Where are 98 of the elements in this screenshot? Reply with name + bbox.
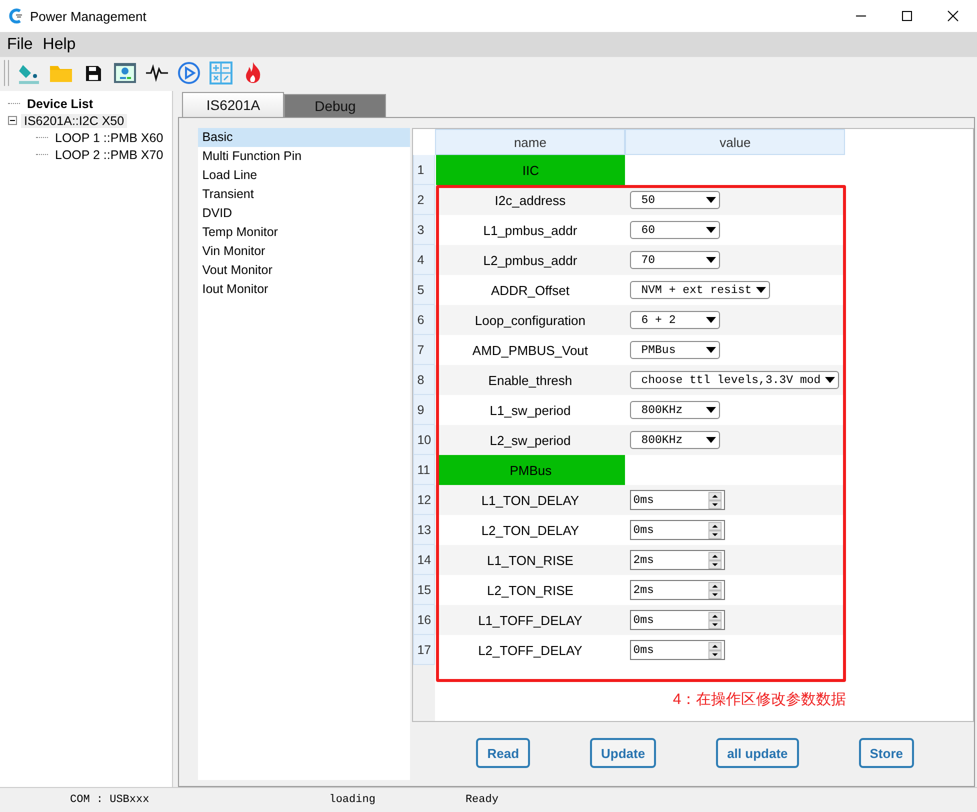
column-header: value xyxy=(625,129,846,155)
row-number: 10 xyxy=(413,425,436,455)
caret-icon xyxy=(706,407,716,413)
row-header-gutter xyxy=(413,665,436,721)
spin-box[interactable]: 0ms xyxy=(630,520,726,540)
table-cell: L2_pmbus_addr xyxy=(435,245,626,275)
action-button[interactable]: Update xyxy=(590,738,656,768)
spin-box[interactable]: 2ms xyxy=(630,580,726,600)
category-item[interactable]: Vin Monitor xyxy=(198,242,410,261)
row-number: 1 xyxy=(413,155,436,185)
section-cell: IIC xyxy=(436,155,626,185)
category-item[interactable]: Temp Monitor xyxy=(198,223,410,242)
close-icon[interactable] xyxy=(947,10,959,22)
caret-icon xyxy=(706,197,716,203)
row-number: 2 xyxy=(413,185,436,215)
caret-icon xyxy=(706,347,716,353)
section-cell: PMBus xyxy=(436,455,626,485)
column-header: name xyxy=(435,129,626,155)
dropdown[interactable]: 50 xyxy=(630,191,720,209)
caret-icon xyxy=(706,257,716,263)
dropdown[interactable]: 70 xyxy=(630,251,720,269)
row-number: 4 xyxy=(413,245,436,275)
dropdown[interactable]: PMBus xyxy=(630,341,720,359)
row-number: 13 xyxy=(413,515,436,545)
row-number: 11 xyxy=(413,455,436,485)
row-number: 16 xyxy=(413,605,436,635)
dropdown[interactable]: 800KHz xyxy=(630,401,720,419)
spin-arrows-icon[interactable] xyxy=(708,582,722,598)
caret-icon xyxy=(706,227,716,233)
row-number: 14 xyxy=(413,545,436,575)
app-logo-icon xyxy=(8,8,24,24)
status-text: COM : USBxxx xyxy=(70,794,150,806)
play-icon[interactable] xyxy=(177,61,201,85)
row-number: 7 xyxy=(413,335,436,365)
category-item[interactable]: Iout Monitor xyxy=(198,280,410,299)
tab[interactable]: Debug xyxy=(284,94,386,117)
status-text: Ready xyxy=(465,794,498,806)
table-cell: Enable_thresh xyxy=(435,365,626,395)
category-item[interactable]: DVID xyxy=(198,204,410,223)
window-title: Power Management xyxy=(30,8,146,24)
row-number: 12 xyxy=(413,485,436,515)
category-item[interactable]: Load Line xyxy=(198,166,410,185)
menu-item[interactable]: File xyxy=(7,36,33,54)
category-item[interactable]: Transient xyxy=(198,185,410,204)
spin-box[interactable]: 0ms xyxy=(630,640,726,660)
dropdown[interactable]: choose ttl levels,3.3V mod xyxy=(630,371,839,389)
table-cell: L2_sw_period xyxy=(435,425,626,455)
row-number: 9 xyxy=(413,395,436,425)
spin-box[interactable]: 0ms xyxy=(630,610,726,630)
table-cell-text: AMD_PMBUS_Vout xyxy=(471,342,590,360)
spin-arrows-icon[interactable] xyxy=(708,642,722,658)
spin-arrows-icon[interactable] xyxy=(708,522,722,538)
caret-icon xyxy=(706,317,716,323)
tree-item[interactable]: LOOP 1 ::PMB X60 xyxy=(52,130,166,144)
row-number: 8 xyxy=(413,365,436,395)
maximize-icon[interactable] xyxy=(901,10,913,22)
table-cell-text: L1_pmbus_addr xyxy=(482,222,578,240)
category-item[interactable]: Vout Monitor xyxy=(198,261,410,280)
collapse-icon[interactable] xyxy=(8,116,17,125)
table-cell-text: L2_TOFF_DELAY xyxy=(477,642,584,660)
table-cell: L1_TOFF_DELAY xyxy=(435,605,626,635)
category-item[interactable]: Multi Function Pin xyxy=(198,147,410,166)
action-button[interactable]: all update xyxy=(716,738,799,768)
status-text: loading xyxy=(329,794,376,806)
caret-icon xyxy=(756,287,766,293)
table-cell-text: ADDR_Offset xyxy=(490,282,570,300)
spin-arrows-icon[interactable] xyxy=(708,612,722,628)
dropdown[interactable]: 6 + 2 xyxy=(630,311,720,329)
table-cell-text: L2_TON_RISE xyxy=(486,582,574,600)
caret-icon xyxy=(706,437,716,443)
row-number: 6 xyxy=(413,305,436,335)
dropdown[interactable]: NVM + ext resist xyxy=(630,281,770,299)
dropdown[interactable]: 800KHz xyxy=(630,431,720,449)
tree-item[interactable]: Device List xyxy=(24,96,96,110)
tree-item[interactable]: LOOP 2 ::PMB X70 xyxy=(52,148,166,162)
row-number: 17 xyxy=(413,635,436,665)
row-number: 15 xyxy=(413,575,436,605)
category-item[interactable]: Basic xyxy=(198,128,410,147)
action-button[interactable]: Store xyxy=(858,738,914,768)
table-cell: L1_TON_RISE xyxy=(435,545,626,575)
dropdown[interactable]: 60 xyxy=(630,221,720,239)
annotation-text: 4：在操作区修改参数数据 xyxy=(672,690,846,709)
action-button[interactable]: Read xyxy=(476,738,530,768)
spin-box[interactable]: 0ms xyxy=(630,490,726,510)
table-cell-text: L1_sw_period xyxy=(488,402,572,420)
table-cell: L1_TON_DELAY xyxy=(435,485,626,515)
spin-arrows-icon[interactable] xyxy=(708,552,722,568)
table-cell-text: L2_TON_DELAY xyxy=(480,522,580,540)
row-number: 5 xyxy=(413,275,436,305)
row-number: 3 xyxy=(413,215,436,245)
table-cell: Loop_configuration xyxy=(435,305,626,335)
caret-icon xyxy=(824,377,835,383)
tree-item[interactable]: IS6201A::I2C X50 xyxy=(21,114,128,128)
spin-arrows-icon[interactable] xyxy=(708,492,722,508)
spin-box[interactable]: 2ms xyxy=(630,550,726,570)
tab[interactable]: IS6201A xyxy=(182,92,284,117)
user-card-icon[interactable] xyxy=(113,61,137,85)
menu-item[interactable]: Help xyxy=(42,36,76,54)
